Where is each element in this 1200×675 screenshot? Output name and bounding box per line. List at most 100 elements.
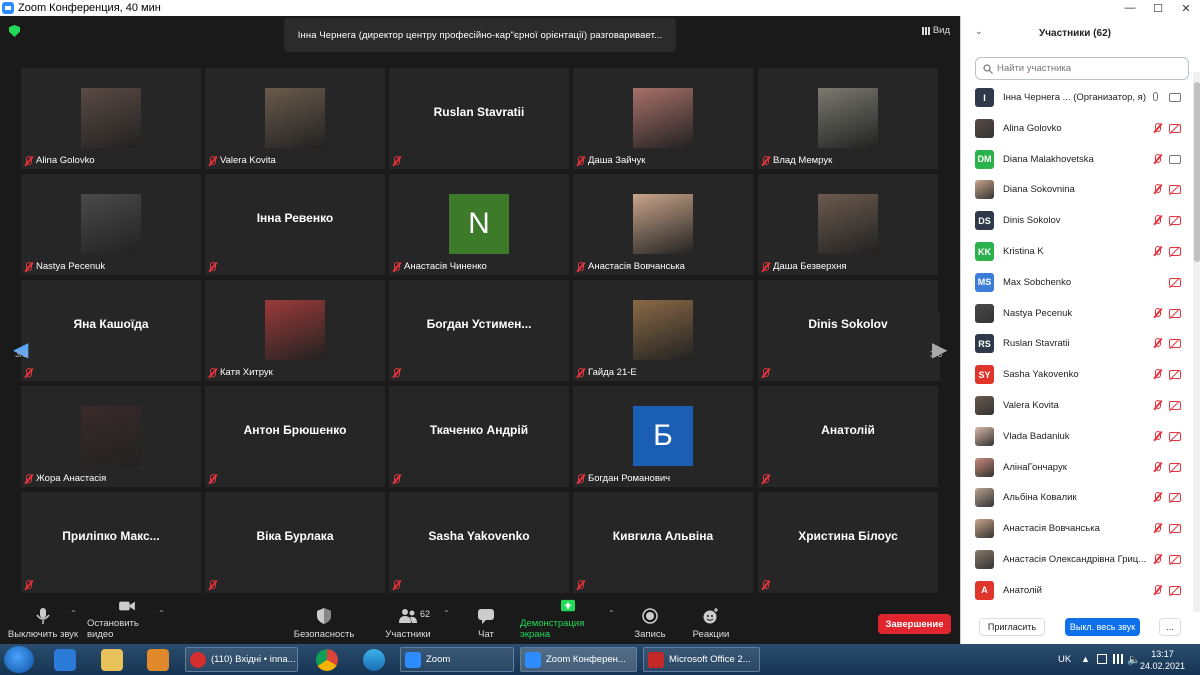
muted-mic-icon[interactable] <box>1153 307 1162 318</box>
participant-video-tile[interactable]: Анатолій <box>758 386 938 487</box>
muted-mic-icon[interactable] <box>1153 369 1162 379</box>
muted-mic-icon[interactable] <box>1153 184 1162 194</box>
participant-video-tile[interactable]: Nastya Pecenuk <box>21 174 201 275</box>
video-options-caret-icon[interactable]: ⌃ <box>158 609 165 618</box>
muted-mic-icon[interactable] <box>1153 215 1162 225</box>
video-off-icon[interactable] <box>1169 339 1181 349</box>
participant-video-tile[interactable]: Б Богдан Романович <box>573 386 753 487</box>
video-off-icon[interactable] <box>1169 431 1181 441</box>
mute-all-button[interactable]: Выкл. весь звук <box>1065 618 1140 636</box>
video-off-icon[interactable] <box>1169 401 1181 410</box>
participant-video-tile[interactable]: Приліпко Макс... <box>21 492 201 593</box>
muted-mic-icon[interactable] <box>1153 430 1162 441</box>
participant-video-tile[interactable]: Влад Мемрук <box>758 68 938 169</box>
participants-button[interactable]: Участники <box>383 599 433 644</box>
more-options-button[interactable]: ... <box>1159 618 1181 636</box>
network-icon[interactable] <box>1113 654 1123 664</box>
video-off-icon[interactable] <box>1169 524 1181 534</box>
participant-video-tile[interactable]: Dinis Sokolov <box>758 280 938 381</box>
volume-icon[interactable]: 🔈 <box>1127 653 1141 666</box>
taskbar-window-opera[interactable]: (110) Вхідні • inna... <box>185 647 298 672</box>
video-off-icon[interactable] <box>1169 216 1181 226</box>
participant-video-tile[interactable]: Valera Kovita <box>205 68 385 169</box>
taskbar-window-zoom-meeting[interactable]: Zoom Конферен... <box>520 647 637 672</box>
invite-button[interactable]: Пригласить <box>979 618 1045 636</box>
video-off-icon[interactable] <box>1169 370 1181 380</box>
participant-video-tile[interactable]: Інна Ревенко <box>205 174 385 275</box>
clock[interactable]: 13:17 24.02.2021 <box>1140 648 1185 672</box>
video-off-icon[interactable] <box>1169 185 1181 195</box>
participant-video-tile[interactable]: Alina Golovko <box>21 68 201 169</box>
audio-options-caret-icon[interactable]: ⌃ <box>70 609 77 618</box>
participant-video-tile[interactable]: Sasha Yakovenko <box>389 492 569 593</box>
participant-video-tile[interactable]: Яна Кашоїда <box>21 280 201 381</box>
participant-video-tile[interactable]: Антон Брюшенко <box>205 386 385 487</box>
muted-mic-icon[interactable] <box>1153 554 1162 564</box>
video-off-icon[interactable] <box>1169 247 1181 256</box>
video-off-icon[interactable] <box>1169 308 1181 318</box>
taskbar-chrome[interactable] <box>316 646 338 673</box>
maximize-button[interactable]: ☐ <box>1144 0 1172 16</box>
view-button[interactable]: Вид <box>921 25 950 36</box>
mute-button[interactable]: Выключить звук <box>7 599 79 644</box>
participant-row[interactable]: SY Sasha Yakovenko <box>961 359 1193 390</box>
muted-mic-icon[interactable] <box>1153 246 1162 256</box>
participant-row[interactable]: A Анатолій <box>961 575 1193 606</box>
participant-row[interactable]: DM Diana Malakhovetska <box>961 144 1193 175</box>
participant-video-tile[interactable]: Катя Хитрук <box>205 280 385 381</box>
participant-video-tile[interactable]: N Анастасія Чиненко <box>389 174 569 275</box>
tray-expand-icon[interactable]: ▲ <box>1081 654 1090 664</box>
record-button[interactable]: Запись <box>632 599 668 644</box>
video-off-icon[interactable] <box>1169 493 1181 503</box>
close-button[interactable]: ✕ <box>1172 0 1200 16</box>
muted-mic-icon[interactable] <box>1153 461 1162 472</box>
share-screen-button[interactable]: Демонстрация экрана <box>520 599 616 644</box>
participant-row[interactable]: Vlada Badaniuk <box>961 421 1193 452</box>
muted-mic-icon[interactable] <box>1153 153 1162 164</box>
scrollbar-thumb[interactable] <box>1194 82 1200 262</box>
participant-row[interactable]: Valera Kovita <box>961 390 1193 421</box>
language-indicator[interactable]: UK <box>1058 654 1071 665</box>
participant-row[interactable]: Альбіна Ковалик <box>961 482 1193 513</box>
taskbar-ie[interactable] <box>54 646 76 673</box>
battery-icon[interactable] <box>1097 654 1107 664</box>
security-shield-icon[interactable] <box>9 25 20 37</box>
participant-row[interactable]: MS Max Sobchenko <box>961 267 1193 298</box>
start-button-icon[interactable] <box>4 646 34 673</box>
participant-row[interactable]: Анастасія Вовчанська <box>961 513 1193 544</box>
reactions-button[interactable]: Реакции <box>690 599 732 644</box>
video-off-icon[interactable] <box>1169 123 1181 133</box>
participant-row[interactable]: I Інна Чернега ... (Организатор, я) <box>961 82 1193 113</box>
taskbar-media[interactable] <box>147 646 169 673</box>
participant-video-tile[interactable]: Віка Бурлака <box>205 492 385 593</box>
video-off-icon[interactable] <box>1169 585 1181 595</box>
participant-video-tile[interactable]: Жора Анастасія <box>21 386 201 487</box>
video-off-icon[interactable] <box>1169 462 1181 472</box>
participant-video-tile[interactable]: Христина Білоус <box>758 492 938 593</box>
participants-options-caret-icon[interactable]: ⌃ <box>443 609 450 618</box>
taskbar-edge[interactable] <box>363 646 385 673</box>
participant-row[interactable]: Diana Sokovnina <box>961 174 1193 205</box>
collapse-chevron-icon[interactable]: ⌄ <box>975 26 983 37</box>
video-off-icon[interactable] <box>1169 277 1181 287</box>
end-meeting-button[interactable]: Завершение <box>878 614 951 634</box>
participant-video-tile[interactable]: Даша Безверхня <box>758 174 938 275</box>
participant-video-tile[interactable]: Анастасія Вовчанська <box>573 174 753 275</box>
participant-row[interactable]: KK Kristina K <box>961 236 1193 267</box>
participant-row[interactable]: Nastya Pecenuk <box>961 298 1193 329</box>
taskbar-window-office[interactable]: Microsoft Office 2... <box>643 647 760 672</box>
participant-video-tile[interactable]: Даша Зайчук <box>573 68 753 169</box>
muted-mic-icon[interactable] <box>1153 122 1162 133</box>
participant-video-tile[interactable]: Ruslan Stavratii <box>389 68 569 169</box>
participant-row[interactable]: DS Dinis Sokolov <box>961 205 1193 236</box>
video-icon[interactable] <box>1169 93 1181 102</box>
mic-icon[interactable] <box>1153 92 1158 101</box>
share-options-caret-icon[interactable]: ⌃ <box>608 609 615 618</box>
muted-mic-icon[interactable] <box>1153 584 1162 595</box>
video-off-icon[interactable] <box>1169 555 1181 564</box>
participant-row[interactable]: Анастасія Олександрівна Гриц... <box>961 544 1193 575</box>
participant-video-tile[interactable]: Богдан Устимен... <box>389 280 569 381</box>
participant-video-tile[interactable]: Гайда 21-Е <box>573 280 753 381</box>
participant-row[interactable]: Alina Golovko <box>961 113 1193 144</box>
participant-list-scrollbar[interactable] <box>1193 72 1200 612</box>
